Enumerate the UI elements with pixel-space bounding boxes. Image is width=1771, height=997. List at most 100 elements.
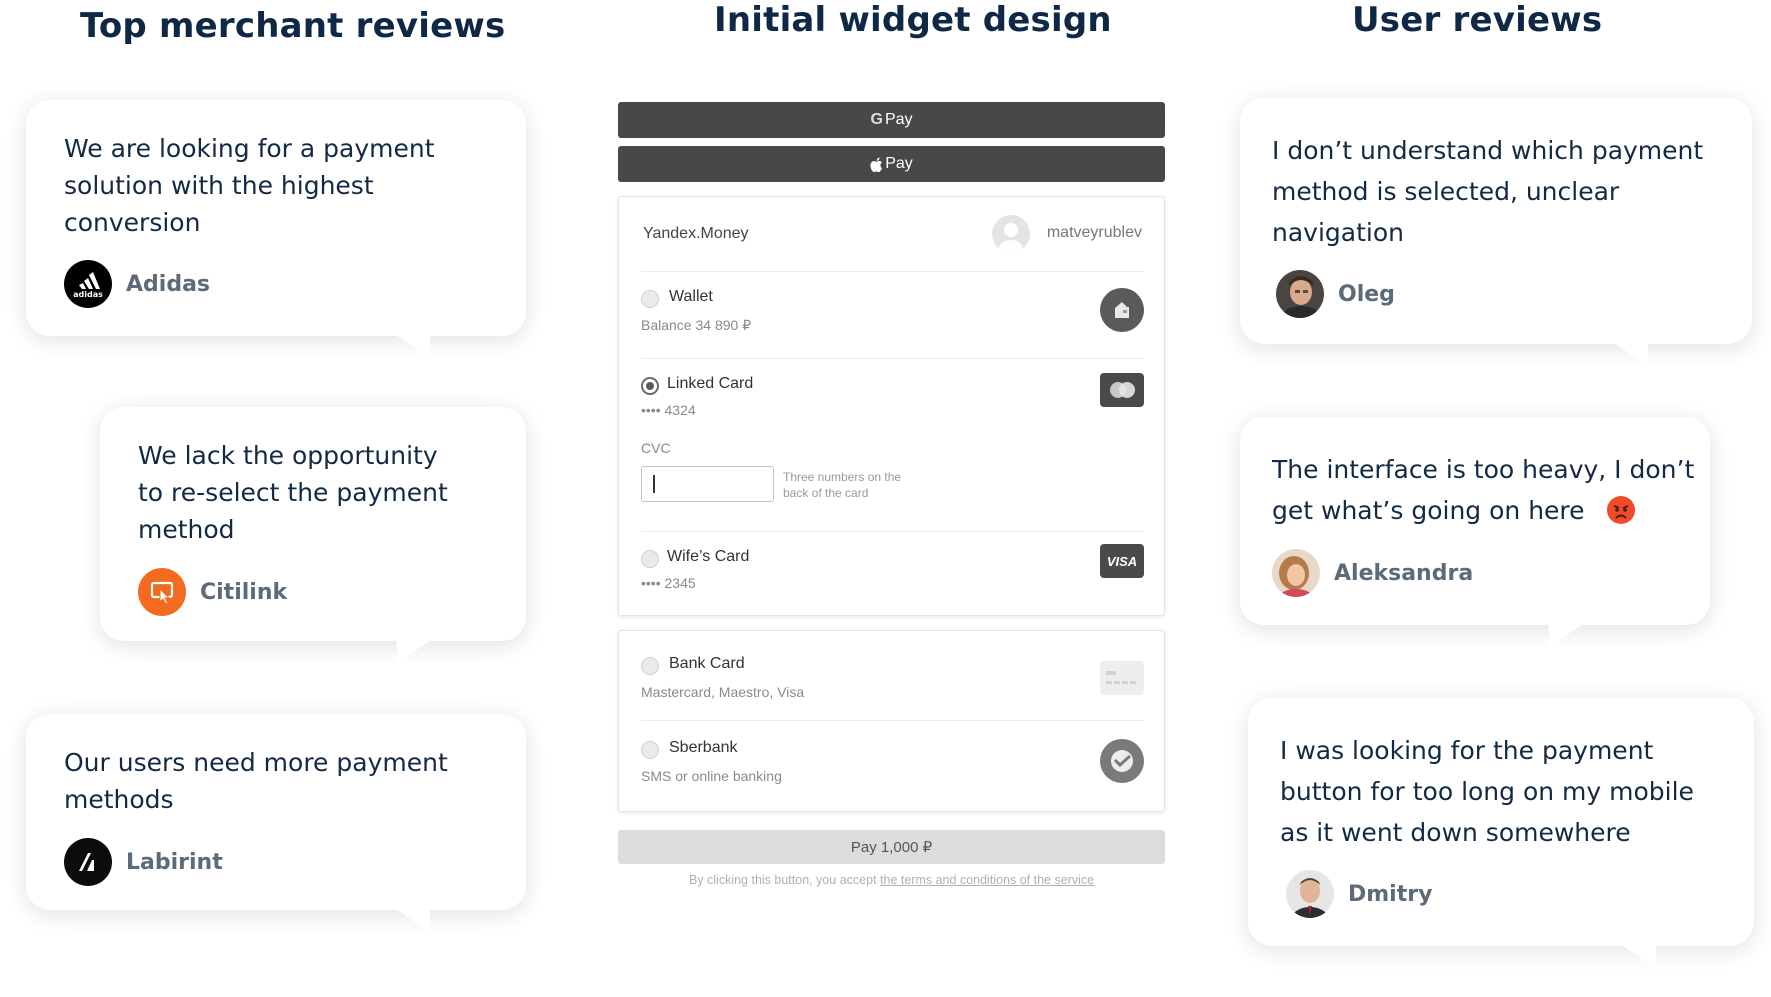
wifes-card-radio[interactable] — [641, 550, 659, 568]
method-subtitle: Balance 34 890 ₽ — [641, 317, 752, 333]
google-pay-button[interactable]: G Pay — [618, 102, 1165, 138]
sberbank-icon — [1100, 739, 1144, 783]
quote-line: I don’t understand which payment — [1272, 136, 1704, 165]
cvc-label: CVC — [641, 440, 671, 456]
review-bubble-labirint: Our users need more payment methods Labi… — [26, 714, 526, 910]
quote-line: as it went down somewhere — [1280, 818, 1631, 847]
quote-line: I was looking for the payment — [1280, 736, 1654, 765]
quote-line: Our users need more payment — [64, 748, 448, 777]
merchant-reviews-title: Top merchant reviews — [80, 6, 506, 46]
author-name: Dmitry — [1348, 881, 1433, 907]
bubble-tail — [1612, 342, 1648, 366]
visa-icon: VISA — [1100, 544, 1144, 578]
provider-name: Yandex.Money — [643, 225, 749, 242]
adidas-logo-icon: adidas — [64, 260, 112, 308]
quote-line: navigation — [1272, 218, 1404, 247]
quote-line: button for too long on my mobile — [1280, 777, 1694, 806]
quote-line: methods — [64, 785, 174, 814]
review-quote: I was looking for the payment button for… — [1280, 730, 1694, 853]
bubble-tail — [394, 334, 430, 358]
payment-methods-panel: Yandex.Money matveyrublev Wallet Balance… — [618, 196, 1165, 616]
payment-method-linked-card[interactable]: Linked Card •••• 4324 CVC Three numbers … — [641, 359, 1144, 531]
review-quote: The interface is too heavy, I don’t get … — [1272, 449, 1694, 531]
terms-note: By clicking this button, you accept the … — [618, 873, 1165, 887]
aleksandra-avatar — [1272, 549, 1320, 597]
bubble-tail — [394, 908, 430, 932]
review-bubble-dmitry: I was looking for the payment button for… — [1248, 698, 1754, 946]
adidas-logo-text: adidas — [73, 290, 103, 299]
quote-line: We lack the opportunity — [138, 441, 438, 470]
sberbank-radio[interactable] — [641, 741, 659, 759]
method-title: Wallet — [669, 288, 713, 305]
method-subtitle: SMS or online banking — [641, 768, 782, 784]
pay-button-label: Pay 1,000 ₽ — [850, 839, 933, 856]
quote-line: The interface is too heavy, I don’t — [1272, 455, 1695, 484]
quote-line: method is selected, unclear — [1272, 177, 1620, 206]
author-name: Adidas — [126, 271, 211, 297]
panel-header: Yandex.Money matveyrublev — [641, 197, 1144, 269]
review-author: Citilink — [138, 568, 287, 616]
labirint-logo-icon — [64, 838, 112, 886]
author-name: Citilink — [200, 579, 288, 605]
terms-link[interactable]: the terms and conditions of the service — [880, 873, 1094, 887]
quote-line: get what’s going on here — [1272, 496, 1585, 525]
dmitry-avatar — [1286, 870, 1334, 918]
method-subtitle: •••• 2345 — [641, 575, 696, 591]
wallet-icon — [1100, 288, 1144, 332]
bank-card-icon — [1100, 661, 1144, 695]
method-subtitle: •••• 4324 — [641, 402, 696, 418]
cvc-hint-line: Three numbers on the — [783, 470, 902, 484]
bubble-tail — [396, 639, 432, 663]
pay-button[interactable]: Pay 1,000 ₽ — [618, 830, 1165, 864]
quote-line: to re-select the payment — [138, 478, 448, 507]
username[interactable]: matveyrublev — [1047, 224, 1142, 242]
bank-card-radio[interactable] — [641, 657, 659, 675]
apple-pay-button[interactable]: Pay — [618, 146, 1165, 182]
cvc-hint: Three numbers on the back of the card — [783, 469, 901, 501]
review-bubble-aleksandra: The interface is too heavy, I don’t get … — [1240, 417, 1710, 625]
cvc-hint-line: back of the card — [783, 486, 869, 500]
bubble-tail — [1620, 944, 1656, 968]
oleg-avatar — [1276, 270, 1324, 318]
apple-pay-label: Pay — [885, 155, 913, 172]
user-avatar[interactable] — [992, 215, 1030, 253]
payment-method-wifes-card[interactable]: Wife’s Card •••• 2345 VISA — [641, 532, 1144, 616]
review-author: adidas Adidas — [64, 260, 210, 308]
method-subtitle: Mastercard, Maestro, Visa — [641, 684, 805, 700]
quote-line: method — [138, 515, 235, 544]
payment-method-wallet[interactable]: Wallet Balance 34 890 ₽ — [641, 272, 1144, 358]
terms-prefix: By clicking this button, you accept — [688, 873, 881, 887]
review-author: Oleg — [1276, 270, 1395, 318]
apple-icon — [870, 157, 883, 172]
review-author: Dmitry — [1286, 870, 1432, 918]
payment-method-sberbank[interactable]: Sberbank SMS or online banking — [641, 721, 1144, 811]
other-methods-panel: Bank Card Mastercard, Maestro, Visa Sber… — [618, 630, 1165, 812]
author-name: Labirint — [126, 849, 223, 875]
review-author: Aleksandra — [1272, 549, 1473, 597]
google-g-icon: G — [870, 111, 883, 128]
quote-line: conversion — [64, 208, 201, 237]
user-reviews-title: User reviews — [1352, 0, 1603, 40]
review-bubble-oleg: I don’t understand which payment method … — [1240, 98, 1752, 344]
method-title: Sberbank — [669, 739, 738, 756]
review-quote: We lack the opportunity to re-select the… — [138, 437, 448, 548]
review-bubble-adidas: We are looking for a payment solution wi… — [26, 100, 526, 336]
review-bubble-citilink: We lack the opportunity to re-select the… — [100, 407, 526, 641]
review-quote: Our users need more payment methods — [64, 744, 448, 818]
text-cursor — [653, 475, 655, 493]
mastercard-icon — [1100, 373, 1144, 407]
visa-icon-text: VISA — [1106, 553, 1138, 569]
citilink-logo-icon — [138, 568, 186, 616]
payment-method-bank-card[interactable]: Bank Card Mastercard, Maestro, Visa — [641, 631, 1144, 720]
quote-line-with-emoji: get what’s going on here — [1272, 490, 1694, 531]
bubble-tail — [1548, 623, 1584, 647]
wallet-radio[interactable] — [641, 290, 659, 308]
author-name: Oleg — [1338, 281, 1395, 307]
linked-card-radio[interactable] — [641, 377, 659, 395]
author-name: Aleksandra — [1334, 560, 1474, 586]
google-pay-label: Pay — [884, 111, 913, 128]
method-title: Wife’s Card — [667, 548, 750, 565]
cvc-input[interactable] — [641, 466, 774, 502]
method-title: Bank Card — [669, 655, 745, 672]
review-quote: I don’t understand which payment method … — [1272, 130, 1703, 253]
